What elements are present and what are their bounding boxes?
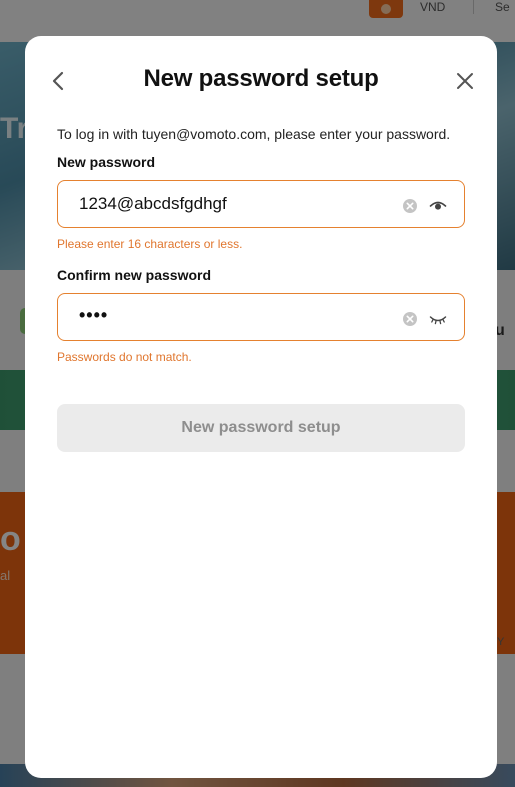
clear-icon[interactable] — [402, 311, 418, 327]
clear-icon[interactable] — [402, 198, 418, 214]
new-password-field[interactable]: 1234@abcdsfgdhgf — [57, 180, 465, 228]
new-password-error: Please enter 16 characters or less. — [57, 237, 243, 251]
confirm-password-field[interactable]: •••• — [57, 293, 465, 341]
eye-closed-icon[interactable] — [429, 311, 447, 327]
close-icon — [457, 73, 473, 89]
confirm-password-value[interactable]: •••• — [79, 305, 108, 326]
close-button[interactable] — [450, 66, 480, 96]
new-password-label: New password — [57, 154, 156, 170]
submit-button[interactable]: New password setup — [57, 404, 465, 452]
confirm-password-error: Passwords do not match. — [57, 350, 192, 364]
new-password-value[interactable]: 1234@abcdsfgdhgf — [79, 194, 227, 214]
eye-open-icon[interactable] — [429, 198, 447, 214]
password-setup-dialog: New password setup To log in with tuyen@… — [25, 36, 497, 778]
intro-text: To log in with tuyen@vomoto.com, please … — [57, 126, 451, 142]
confirm-password-label: Confirm new password — [57, 267, 212, 283]
dialog-title: New password setup — [143, 65, 379, 92]
